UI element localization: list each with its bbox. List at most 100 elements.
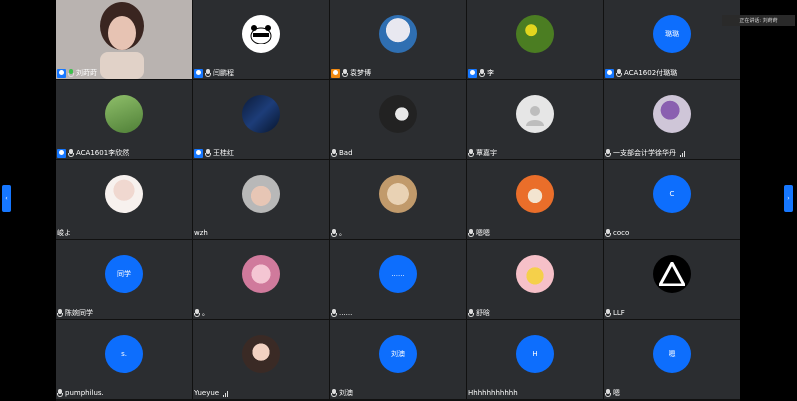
- host-badge-icon: [57, 148, 66, 158]
- participant-name: 嗯嗯: [476, 228, 490, 237]
- participant-name: 刘莳莳: [76, 68, 97, 77]
- host-badge-icon: [468, 68, 477, 78]
- participant-name: 覃嘉宇: [476, 148, 497, 157]
- participant-tile[interactable]: ACA1601李欣然: [56, 80, 192, 159]
- participant-tile[interactable]: 覃嘉宇: [467, 80, 603, 159]
- participant-label: Hhhhhhhhhhh: [468, 388, 518, 398]
- participant-name: 。: [202, 308, 209, 317]
- microphone-icon: [205, 149, 211, 157]
- participant-label: Bad: [331, 148, 353, 158]
- participant-label: 舒晗: [468, 308, 490, 318]
- participant-label: 嗯: [605, 388, 620, 398]
- host-badge-icon: [57, 68, 66, 78]
- participant-label: LLF: [605, 308, 625, 318]
- initials-avatar: 嗯: [653, 335, 691, 373]
- participant-label: 覃嘉宇: [468, 148, 497, 158]
- participant-name: pumphilus.: [65, 388, 104, 397]
- participant-tile[interactable]: 嗯嗯: [604, 320, 740, 399]
- participant-tile[interactable]: Bad: [330, 80, 466, 159]
- participant-name: wzh: [194, 228, 208, 237]
- participant-tile[interactable]: 。: [193, 240, 329, 319]
- participant-tile[interactable]: H Hhhhhhhhhhh: [467, 320, 603, 399]
- participant-tile[interactable]: 。: [330, 160, 466, 239]
- microphone-icon: [468, 309, 474, 317]
- participant-tile[interactable]: 闫鹏程: [193, 0, 329, 79]
- initials-avatar: 刘澳: [379, 335, 417, 373]
- participant-name: 王桂红: [213, 148, 234, 157]
- night-sky-avatar-icon: [242, 95, 280, 133]
- participant-tile[interactable]: s. pumphilus.: [56, 320, 192, 399]
- signal-strength-icon: [223, 390, 229, 397]
- participant-name: ACA1601李欣然: [76, 148, 130, 157]
- anime-avatar-icon: [105, 175, 143, 213]
- participant-tile[interactable]: 嗯嗯: [467, 160, 603, 239]
- microphone-icon: [205, 69, 211, 77]
- yellow-cartoon-avatar-icon: [516, 255, 554, 293]
- microphone-icon: [605, 389, 611, 397]
- microphone-icon: [605, 309, 611, 317]
- participant-label: 峻よ: [57, 228, 71, 238]
- participant-label: 袁梦博: [331, 68, 371, 78]
- participant-tile[interactable]: 刘莳莳: [56, 0, 192, 79]
- participant-label: ACA1601李欣然: [57, 148, 129, 158]
- cat-avatar-icon: [379, 175, 417, 213]
- speaking-indicator: 正在讲话: 刘莳莳: [722, 15, 795, 26]
- person-photo-avatar-icon: [653, 95, 691, 133]
- participant-label: 陈婉同学: [57, 308, 93, 318]
- participant-tile[interactable]: 王桂红: [193, 80, 329, 159]
- initials-avatar: s.: [105, 335, 143, 373]
- participant-tile[interactable]: 峻よ: [56, 160, 192, 239]
- participant-label: 刘澳: [331, 388, 353, 398]
- next-page-button[interactable]: ›: [784, 185, 793, 212]
- woman-portrait-avatar-icon: [242, 335, 280, 373]
- participant-tile[interactable]: Yueyue: [193, 320, 329, 399]
- pink-hair-avatar-icon: [242, 255, 280, 293]
- participant-name: Bad: [339, 148, 353, 157]
- participant-tile[interactable]: 舒晗: [467, 240, 603, 319]
- participant-tile[interactable]: LLF: [604, 240, 740, 319]
- participant-label: 嗯嗯: [468, 228, 490, 238]
- participant-name: 一支部会计学徐华丹: [613, 148, 676, 157]
- participant-label: 李: [468, 68, 494, 78]
- prev-page-button[interactable]: ‹: [2, 185, 11, 212]
- dark-photo-avatar-icon: [379, 95, 417, 133]
- participant-name: Hhhhhhhhhhh: [468, 388, 518, 397]
- participant-tile[interactable]: 璐璐 ACA1602付璐璐: [604, 0, 740, 79]
- host-badge-icon: [331, 68, 340, 78]
- participant-label: pumphilus.: [57, 388, 104, 398]
- initials-avatar: C: [653, 175, 691, 213]
- microphone-icon: [68, 69, 74, 77]
- microphone-icon: [616, 69, 622, 77]
- initials-avatar: 璐璐: [653, 15, 691, 53]
- microphone-icon: [342, 69, 348, 77]
- participant-name: Yueyue: [194, 388, 220, 397]
- microphone-icon: [194, 309, 200, 317]
- participant-label: 刘莳莳: [57, 68, 97, 78]
- participant-label: Yueyue: [194, 388, 229, 398]
- participant-tile[interactable]: Ccoco: [604, 160, 740, 239]
- participant-tile[interactable]: 同学 陈婉同学: [56, 240, 192, 319]
- participant-label: 一支部会计学徐华丹: [605, 148, 685, 158]
- participant-label: wzh: [194, 228, 208, 238]
- participant-tile[interactable]: 袁梦博: [330, 0, 466, 79]
- participant-tile[interactable]: 刘澳 刘澳: [330, 320, 466, 399]
- participant-label: ACA1602付璐璐: [605, 68, 677, 78]
- participant-label: 。: [194, 308, 209, 318]
- participant-tile[interactable]: 李: [467, 0, 603, 79]
- microphone-icon: [68, 149, 74, 157]
- participant-label: 闫鹏程: [194, 68, 234, 78]
- participant-tile[interactable]: 一支部会计学徐华丹: [604, 80, 740, 159]
- participant-name: coco: [613, 228, 630, 237]
- host-badge-icon: [605, 68, 614, 78]
- microphone-icon: [331, 229, 337, 237]
- participant-tile[interactable]: wzh: [193, 160, 329, 239]
- default-person-avatar-icon: [516, 95, 554, 133]
- grass-avatar-icon: [105, 95, 143, 133]
- participant-name: ......: [339, 308, 353, 317]
- portrait-avatar-icon: [242, 175, 280, 213]
- microphone-icon: [468, 229, 474, 237]
- participant-tile[interactable]: ............: [330, 240, 466, 319]
- triangle-logo-avatar-icon: [653, 255, 691, 293]
- microphone-icon: [57, 389, 63, 397]
- participant-grid: 刘莳莳 闫鹏程 袁梦博 李 璐璐 ACA1602付璐璐 ACA1601李欣然 王桂红 Bad 覃嘉…: [56, 0, 740, 401]
